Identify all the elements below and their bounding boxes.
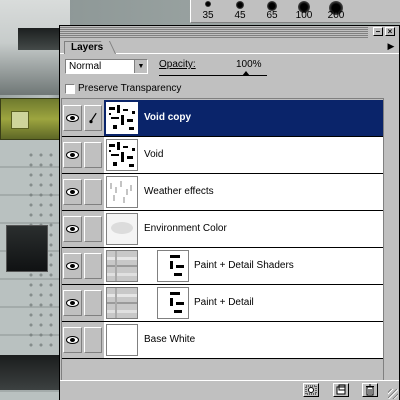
eye-icon [66,188,79,196]
tab-layers[interactable]: Layers [64,41,108,54]
layer-name: Paint + Detail [194,297,254,308]
brush-size-label: 100 [295,10,313,21]
brush-preset[interactable]: 65 [259,0,285,22]
canvas-dark-window [6,225,48,272]
layer-visibility-toggle[interactable] [63,290,82,316]
brush-icon [89,112,97,124]
layer-thumbnail[interactable] [106,213,138,245]
eye-icon [66,225,79,233]
layer-name: Void [144,149,164,160]
layer-row[interactable]: Paint + Detail Shaders [62,248,383,285]
brush-tip-icon [205,1,211,7]
layer-thumbnail[interactable] [106,287,138,319]
layer-visibility-toggle[interactable] [63,216,82,242]
triangle-right-icon[interactable]: ▶ [386,41,396,52]
layer-thumbnail[interactable] [106,139,138,171]
layer-thumbnail[interactable] [106,176,138,208]
layer-row[interactable]: Paint + Detail [62,285,383,322]
opacity-label: Opacity: [159,59,196,70]
layer-row-body[interactable]: Paint + Detail Shaders [104,248,383,284]
palette-tab-row: Layers ▶ [60,39,399,54]
layer-row-body[interactable]: Paint + Detail [104,285,383,321]
layer-visibility-toggle[interactable] [63,142,82,168]
layer-list: Void copy Void Weather effects Environment … [61,98,398,384]
layer-row-body[interactable]: Void [104,137,383,173]
opacity-slider-thumb[interactable] [241,71,250,76]
layer-row-body[interactable]: Weather effects [104,174,383,210]
brush-presets-strip: 35 45 65 100 200 [190,0,400,23]
layer-name: Base White [144,334,196,345]
layer-link-toggle[interactable] [84,105,102,131]
mask-icon[interactable] [303,383,319,397]
canvas-dark-slab [0,355,62,390]
layer-link-toggle[interactable] [84,216,102,242]
close-icon[interactable]: × [385,27,395,36]
brush-preset[interactable]: 100 [291,0,317,22]
eye-icon [66,151,79,159]
titlebar-grip[interactable] [60,26,368,38]
brush-size-label: 65 [266,10,278,21]
layer-controls: Normal ▼ Opacity: 100% [60,56,399,76]
eye-icon [66,262,79,270]
layer-visibility-toggle[interactable] [63,105,82,131]
layer-row[interactable]: Base White [62,322,383,359]
opacity-slider-track[interactable] [159,75,267,76]
layer-row-body[interactable]: Base White [104,322,383,358]
canvas-green-panel [0,98,64,140]
preserve-transparency-label: Preserve Transparency [78,83,182,94]
preserve-transparency-row: Preserve Transparency [60,81,399,97]
layer-row[interactable]: Void [62,137,383,174]
layer-name: Weather effects [144,186,214,197]
palette-bottom-bar [60,380,399,400]
layer-link-toggle[interactable] [84,253,102,279]
canvas-green-inset [11,111,29,129]
opacity-value[interactable]: 100% [236,59,262,70]
layer-thumbnail[interactable] [106,250,138,282]
layer-thumbnail[interactable] [106,324,138,356]
layer-row[interactable]: Weather effects [62,174,383,211]
layer-row[interactable]: Environment Color [62,211,383,248]
minimize-icon[interactable]: – [373,27,383,36]
layer-list-scrollbar[interactable] [383,98,398,384]
eye-icon [66,114,79,122]
layer-visibility-toggle[interactable] [63,327,82,353]
brush-size-label: 45 [234,10,246,21]
resize-grip[interactable] [388,389,398,399]
eye-icon [66,299,79,307]
brush-preset[interactable]: 200 [323,0,349,22]
layer-thumbnail[interactable] [106,102,138,134]
layer-name: Paint + Detail Shaders [194,260,294,271]
layer-visibility-toggle[interactable] [63,253,82,279]
new-layer-icon[interactable] [333,383,349,397]
layer-link-toggle[interactable] [84,290,102,316]
layer-name: Environment Color [144,223,227,234]
blend-mode-select[interactable]: Normal ▼ [65,59,148,74]
eye-icon [66,336,79,344]
brush-preset[interactable]: 45 [227,0,253,22]
layer-mask-thumbnail[interactable] [157,250,189,282]
brush-size-label: 35 [202,10,214,21]
preserve-transparency-checkbox[interactable] [65,84,75,94]
layer-visibility-toggle[interactable] [63,179,82,205]
trash-icon[interactable] [362,383,378,397]
brush-tip-icon [236,1,244,9]
layer-link-toggle[interactable] [84,142,102,168]
layer-row-body[interactable]: Environment Color [104,211,383,247]
layer-row-body[interactable]: Void copy [104,100,383,136]
layers-palette: – × Layers ▶ Normal ▼ Opacity: 100% Pres… [59,25,400,400]
palette-titlebar[interactable]: – × [60,26,399,38]
layer-link-toggle[interactable] [84,179,102,205]
brush-preset[interactable]: 35 [195,0,221,22]
layer-row[interactable]: Void copy [62,100,383,137]
brush-size-label: 200 [327,10,345,21]
blend-mode-value: Normal [69,61,102,72]
layer-mask-thumbnail[interactable] [157,287,189,319]
layer-link-toggle[interactable] [84,327,102,353]
chevron-down-icon[interactable]: ▼ [134,60,147,73]
layer-name: Void copy [144,112,192,123]
